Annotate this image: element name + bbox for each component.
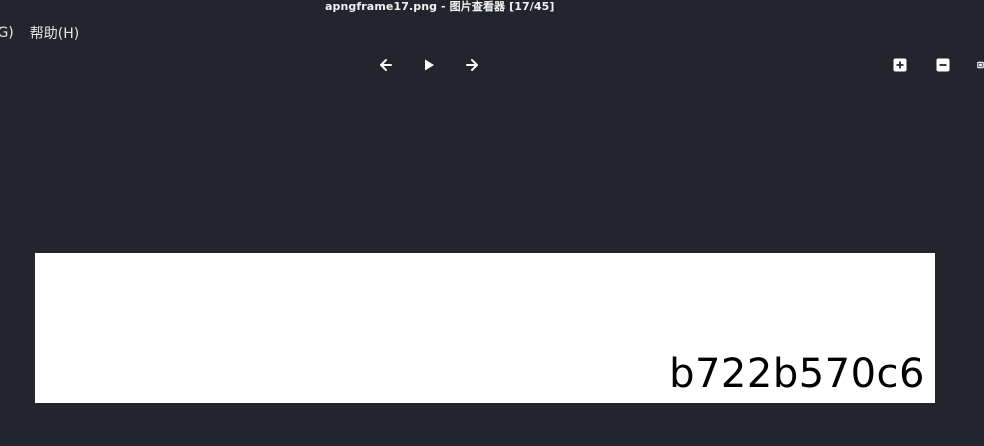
arrow-right-icon [466, 59, 478, 71]
zoom-out-icon [936, 58, 950, 72]
fit-button[interactable] [972, 53, 984, 77]
zoom-in-icon [893, 58, 907, 72]
play-icon [425, 59, 434, 71]
next-image-button[interactable] [460, 53, 484, 77]
play-button[interactable] [417, 53, 441, 77]
zoom-in-button[interactable] [888, 53, 912, 77]
menu-item-help[interactable]: 帮助(H) [30, 23, 79, 43]
title-bar: apngframe17.png - 图片查看器 [17/45] [0, 0, 984, 14]
image-canvas[interactable]: b722b570c6 [0, 84, 984, 446]
image-text: b722b570c6 [669, 351, 925, 397]
window-title: apngframe17.png - 图片查看器 [17/45] [325, 0, 555, 13]
previous-image-button[interactable] [374, 53, 398, 77]
arrow-left-icon [380, 59, 392, 71]
displayed-image: b722b570c6 [35, 253, 935, 403]
image-viewer-window: apngframe17.png - 图片查看器 [17/45] (G) 帮助(H… [0, 0, 984, 446]
menu-item-go[interactable]: (G) [0, 25, 14, 41]
fit-icon [977, 61, 984, 69]
zoom-out-button[interactable] [931, 53, 955, 77]
menu-bar: (G) 帮助(H) [0, 22, 79, 44]
